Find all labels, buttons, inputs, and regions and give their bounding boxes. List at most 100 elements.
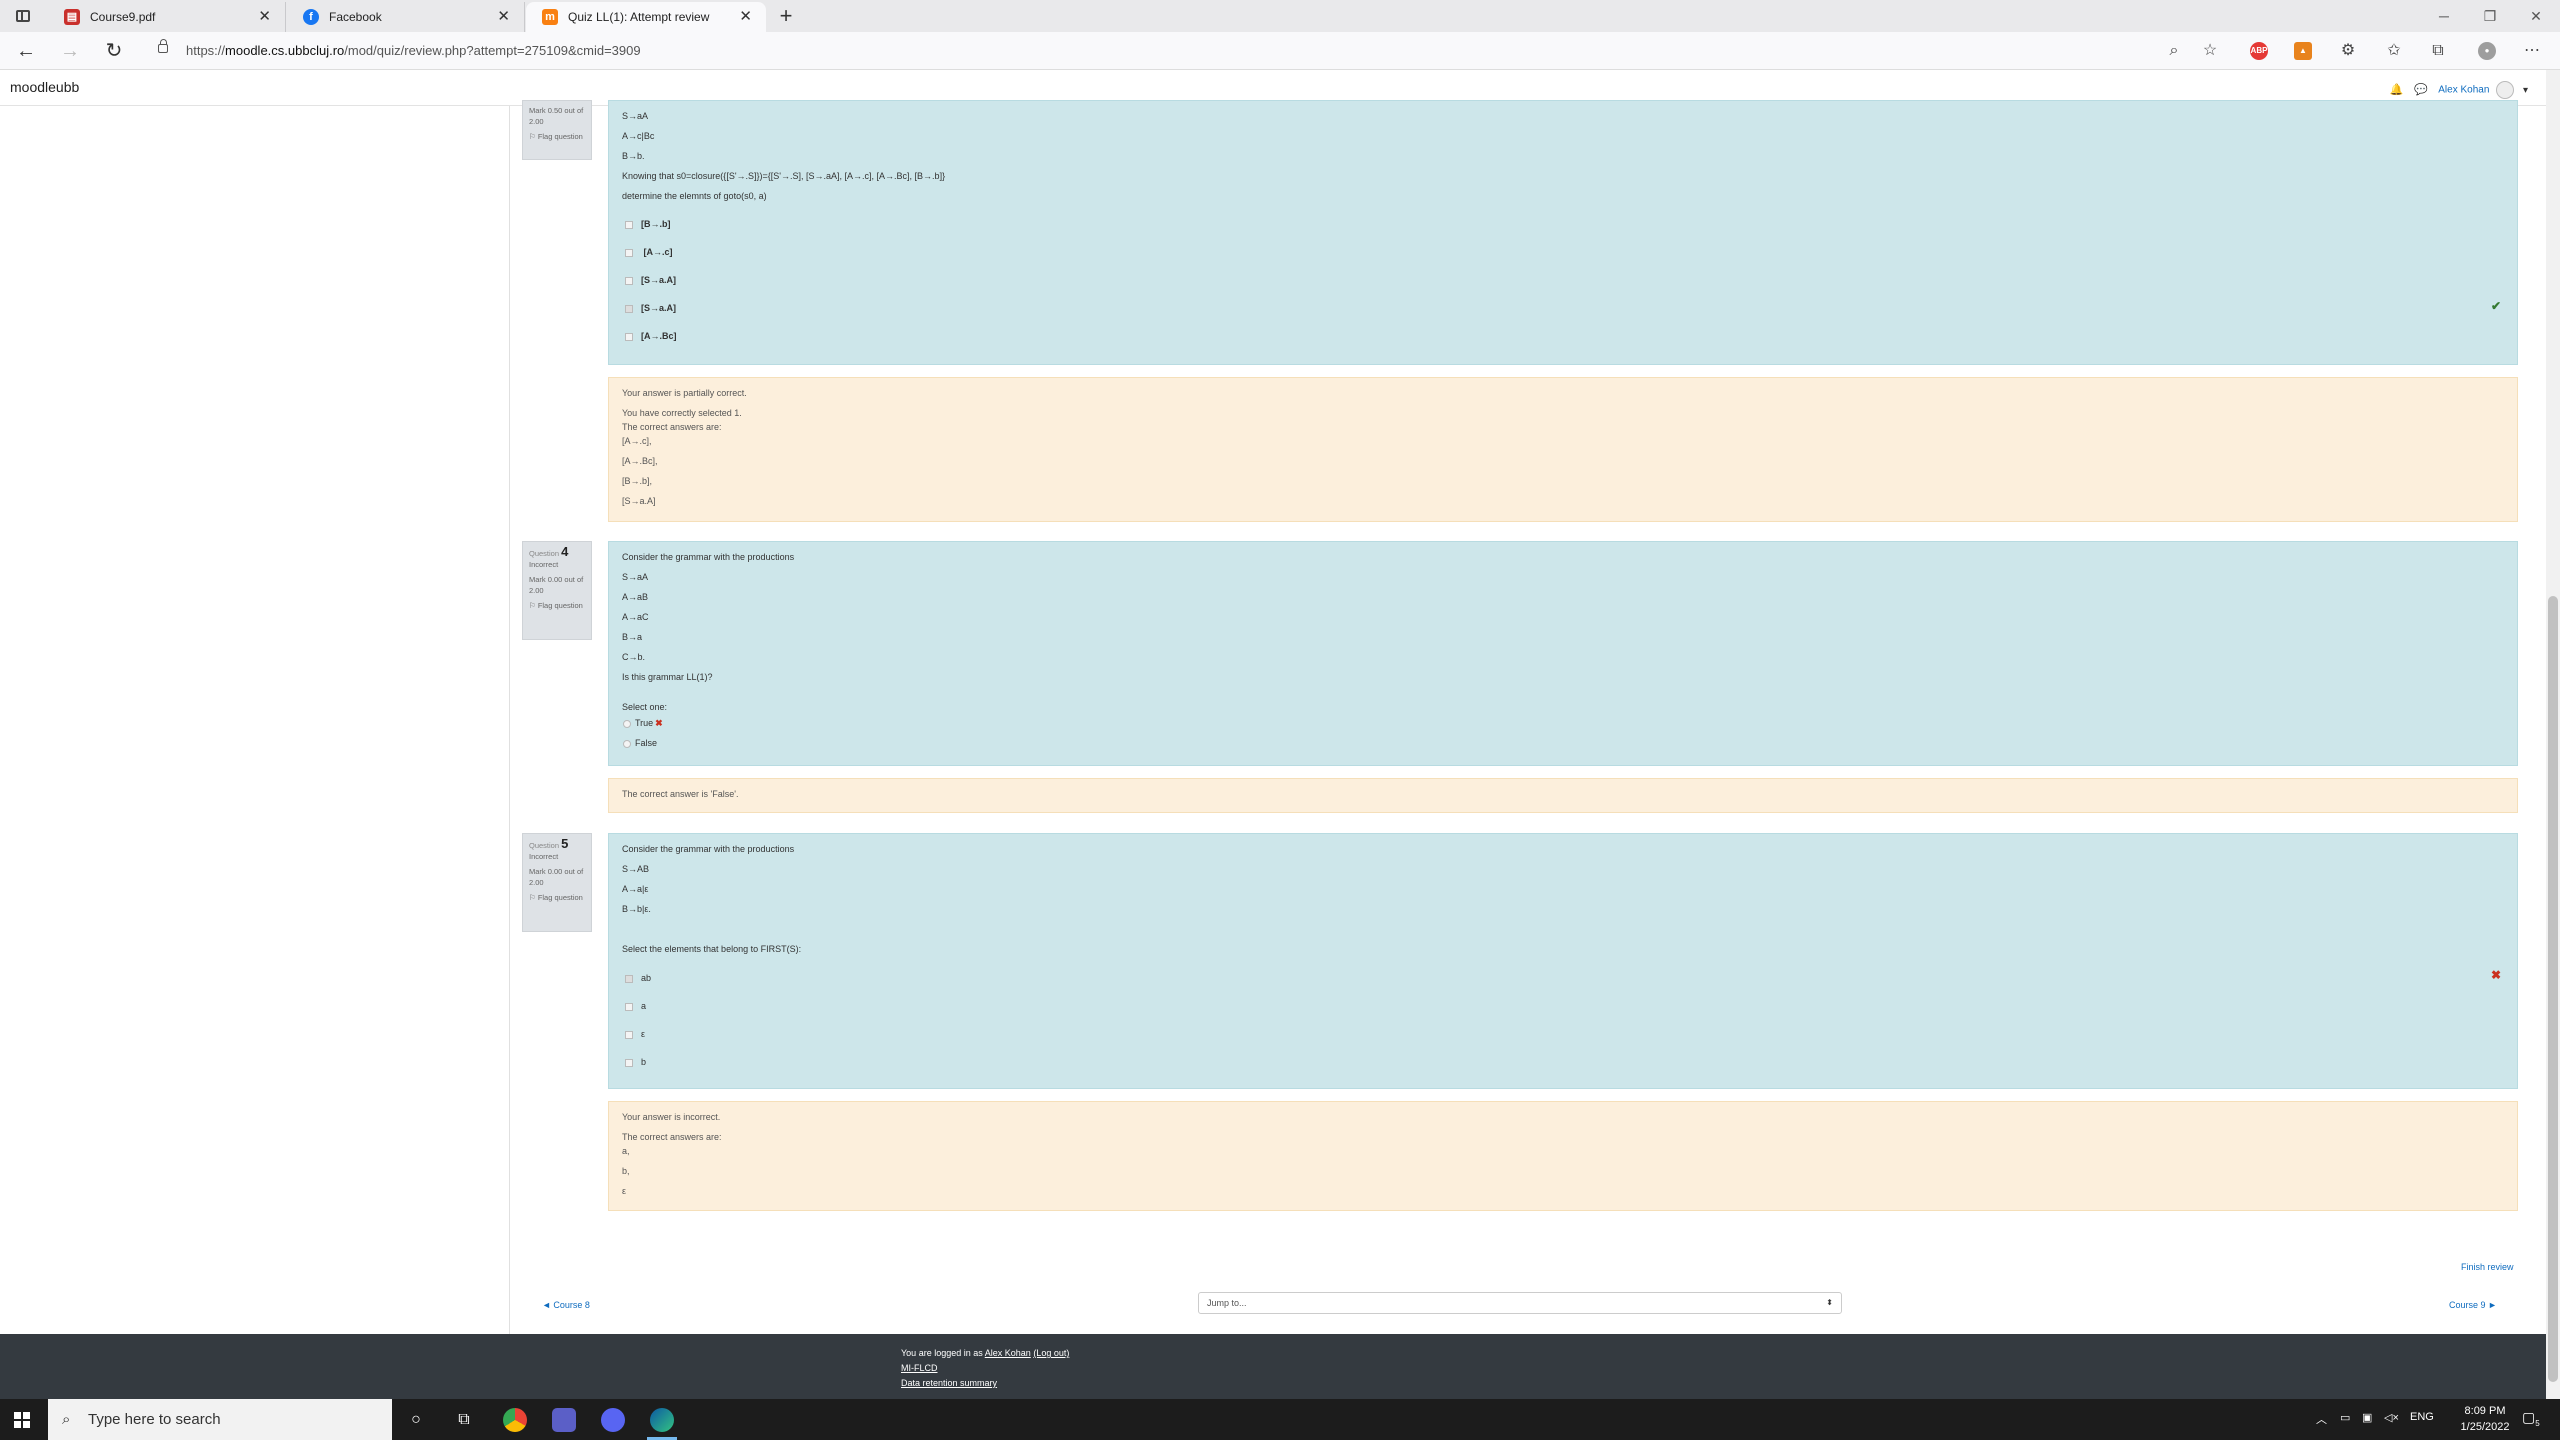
clock-date: 1/25/2022	[2460, 1421, 2510, 1433]
tab-course9-pdf[interactable]: ▤ Course9.pdf ✕	[48, 2, 286, 32]
minimize-button[interactable]: ─	[2421, 0, 2467, 32]
logout-link[interactable]: (Log out)	[1033, 1348, 1069, 1358]
checkbox[interactable]	[625, 1002, 633, 1011]
user-profile-link[interactable]: Alex Kohan	[985, 1348, 1031, 1358]
flag-question-link[interactable]: ⚐ Flag question	[529, 892, 585, 903]
new-tab-button[interactable]: +	[772, 2, 800, 30]
close-window-button[interactable]: ✕	[2513, 0, 2559, 32]
refresh-button[interactable]: ↻	[100, 38, 128, 64]
production-line: A→c|Bc	[622, 131, 655, 141]
answer-option[interactable]: [A→.Bc]	[625, 331, 677, 341]
back-button[interactable]: ←	[12, 38, 40, 64]
chevron-down-icon[interactable]: ▾	[2523, 85, 2528, 96]
answer-option[interactable]: [A→.c]	[625, 247, 673, 257]
tray-overflow-icon[interactable]: ︿	[2316, 1411, 2327, 1427]
close-tab-icon[interactable]: ✕	[497, 2, 510, 32]
production-line: B→b.	[622, 151, 645, 161]
more-menu-icon[interactable]: ⋯	[2520, 40, 2544, 62]
search-placeholder: Type here to search	[88, 1411, 221, 1428]
metamask-extension-icon[interactable]: ▲	[2294, 42, 2312, 60]
checkbox[interactable]	[625, 276, 633, 285]
collections-icon[interactable]: ⧉	[2426, 40, 2450, 62]
profile-icon[interactable]: ●	[2478, 42, 2496, 60]
question-4-feedback: The correct answer is 'False'.	[608, 778, 2518, 813]
flag-question-link[interactable]: ⚐ Flag question	[529, 600, 585, 611]
radio-button[interactable]	[623, 719, 631, 728]
notifications-bell-icon[interactable]: 🔔	[2390, 83, 2404, 96]
facebook-icon: f	[303, 9, 319, 25]
favorites-icon[interactable]: ✩	[2382, 40, 2406, 62]
checkbox-checked[interactable]	[625, 974, 633, 983]
course-link[interactable]: MI-FLCD	[901, 1363, 938, 1373]
forward-button[interactable]: →	[56, 38, 84, 64]
answer-option[interactable]: b	[625, 1057, 646, 1067]
checkbox-checked[interactable]	[625, 304, 633, 313]
feedback-text: The correct answers are:	[622, 1132, 722, 1142]
question-4-info: Question 4 Incorrect Mark 0.00 out of 2.…	[522, 541, 592, 640]
flag-question-link[interactable]: ⚐ Flag question	[529, 131, 585, 142]
question-3-info: Mark 0.50 out of 2.00 ⚐ Flag question	[522, 100, 592, 160]
user-name[interactable]: Alex Kohan	[2438, 85, 2489, 96]
user-menu[interactable]: 🔔 💬 Alex Kohan ▾	[2390, 81, 2528, 99]
production-line: A→aB	[622, 592, 649, 602]
cortana-icon[interactable]: ○	[404, 1408, 428, 1432]
answer-option-selected[interactable]: ab	[625, 973, 651, 983]
radio-button[interactable]	[623, 739, 631, 748]
zoom-icon[interactable]: ⌕	[2162, 40, 2186, 62]
meet-now-icon[interactable]: ▭	[2340, 1411, 2350, 1424]
correct-check-icon: ✔	[2490, 299, 2501, 313]
scrollbar-thumb[interactable]	[2548, 596, 2558, 1382]
checkbox[interactable]	[625, 1030, 633, 1039]
volume-icon[interactable]: ◁×	[2384, 1411, 2399, 1424]
answer-option-true[interactable]: True ✖	[623, 718, 663, 729]
extensions-icon[interactable]: ⚙	[2336, 40, 2360, 62]
chrome-icon[interactable]	[503, 1408, 527, 1432]
language-indicator[interactable]: ENG	[2410, 1411, 2434, 1423]
answer-option[interactable]: ε	[625, 1029, 645, 1039]
taskbar-search[interactable]: ⌕ Type here to search	[48, 1399, 392, 1440]
checkbox[interactable]	[625, 248, 633, 257]
avatar[interactable]	[2496, 81, 2515, 99]
tab-quiz-review[interactable]: m Quiz LL(1): Attempt review ✕	[526, 2, 766, 32]
discord-icon[interactable]	[601, 1408, 625, 1432]
close-tab-icon[interactable]: ✕	[739, 2, 752, 32]
start-button[interactable]	[14, 1412, 30, 1428]
checkbox[interactable]	[625, 1058, 633, 1067]
add-favorite-icon[interactable]: ☆	[2198, 40, 2222, 62]
feedback-text: Your answer is partially correct.	[622, 388, 747, 398]
checkbox[interactable]	[625, 332, 633, 341]
taskbar-clock[interactable]: 8:09 PM 1/25/2022	[2440, 1403, 2530, 1435]
answer-option[interactable]: a	[625, 1001, 646, 1011]
tab-actions-button[interactable]	[8, 4, 38, 28]
site-brand[interactable]: moodleubb	[10, 79, 79, 95]
edge-icon[interactable]	[650, 1408, 674, 1432]
task-view-icon[interactable]: ⧉	[452, 1408, 476, 1432]
feedback-text: The correct answer is 'False'.	[622, 789, 739, 799]
answer-option[interactable]: [B→.b]	[625, 219, 671, 229]
question-prompt: Select the elements that belong to FIRST…	[622, 944, 802, 954]
notification-center-icon[interactable]: ▢5	[2522, 1409, 2540, 1428]
next-activity-link[interactable]: Course 9 ►	[2449, 1300, 2497, 1310]
correct-answer: a,	[622, 1146, 630, 1156]
answer-option-selected[interactable]: [S→a.A]	[625, 303, 676, 313]
checkbox[interactable]	[625, 220, 633, 229]
close-tab-icon[interactable]: ✕	[258, 2, 271, 32]
answer-option-false[interactable]: False	[623, 738, 657, 748]
messages-icon[interactable]: 💬	[2414, 83, 2428, 96]
pdf-icon: ▤	[64, 9, 80, 25]
finish-review-link[interactable]: Finish review	[2461, 1262, 2514, 1272]
prev-activity-link[interactable]: ◄ Course 8	[542, 1300, 590, 1310]
jump-to-select[interactable]: Jump to... ⬍	[1198, 1292, 1842, 1314]
correct-answer: [A→.c],	[622, 436, 652, 446]
tab-facebook[interactable]: f Facebook ✕	[287, 2, 525, 32]
answer-option[interactable]: [S→a.A]	[625, 275, 676, 285]
adblock-extension-icon[interactable]: ABP	[2250, 42, 2268, 60]
teams-icon[interactable]	[552, 1408, 576, 1432]
data-retention-link[interactable]: Data retention summary	[901, 1378, 997, 1388]
question-5-info: Question 5 Incorrect Mark 0.00 out of 2.…	[522, 833, 592, 932]
production-line: B→a	[622, 632, 643, 642]
restore-button[interactable]: ❐	[2467, 0, 2513, 32]
network-icon[interactable]: ▣	[2362, 1411, 2372, 1424]
incorrect-x-icon: ✖	[655, 718, 663, 728]
url-field[interactable]: https://moodle.cs.ubbcluj.ro/mod/quiz/re…	[150, 37, 2200, 65]
